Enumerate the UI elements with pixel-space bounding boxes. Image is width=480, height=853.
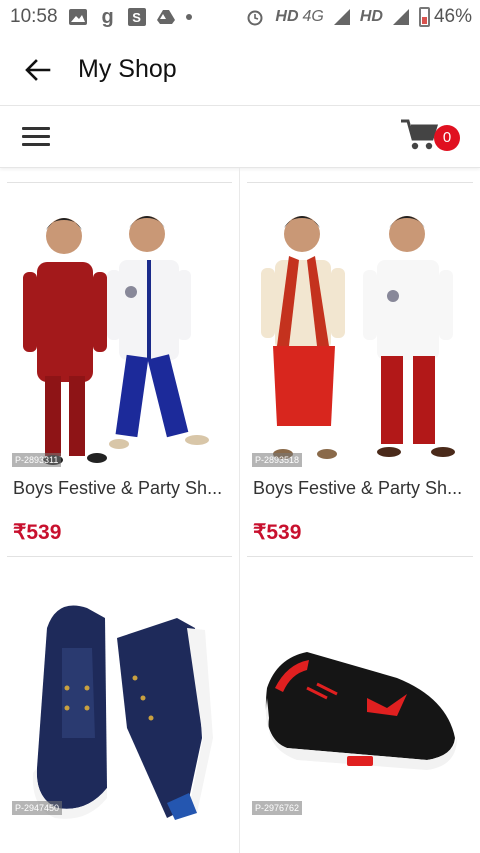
product-name[interactable]: Boys Festive & Party Sh... (13, 478, 231, 499)
status-left: 10:58 g S (10, 6, 192, 28)
divider (247, 556, 473, 557)
notification-dot-icon (185, 14, 192, 20)
arrow-left-icon (25, 58, 51, 81)
product-sku: P-2947450 (12, 801, 63, 815)
product-card[interactable]: P-2893311 Boys Festive & Party Sh... ₹53… (0, 168, 240, 558)
menu-button[interactable] (22, 123, 50, 151)
product-sku: P-2976762 (252, 801, 303, 815)
google-icon: g (101, 5, 114, 28)
product-card[interactable]: P-2947450 (0, 558, 240, 853)
drive-icon (156, 7, 176, 27)
network-hd-label-2: HD (359, 8, 383, 25)
product-card[interactable]: P-2893518 Boys Festive & Party Sh... ₹53… (240, 168, 480, 558)
status-right: HD 4G HD 46% (245, 6, 472, 28)
product-sku: P-2893518 (252, 453, 303, 467)
product-sku: P-2893311 (12, 453, 62, 467)
product-card[interactable]: P-2976762 (240, 558, 480, 853)
toolbar: 0 (0, 106, 480, 168)
signal-icon (333, 9, 350, 25)
divider (7, 182, 232, 183)
app-header: My Shop (0, 34, 480, 106)
menu-icon-line (22, 135, 50, 138)
back-button[interactable] (18, 50, 58, 90)
product-image[interactable] (247, 196, 473, 476)
divider (7, 556, 232, 557)
menu-icon-line (22, 143, 50, 146)
network-hd-label: HD (275, 8, 299, 25)
alarm-icon (245, 7, 265, 27)
product-grid: P-2893311 Boys Festive & Party Sh... ₹53… (0, 168, 480, 853)
menu-icon (22, 127, 50, 130)
status-time: 10:58 (10, 6, 58, 27)
product-price: ₹539 (13, 521, 62, 544)
network-type-label: 4G (302, 8, 324, 25)
cart-button[interactable]: 0 (400, 117, 460, 157)
status-bar: 10:58 g S HD 4G HD 46% (0, 0, 480, 34)
photo-icon (68, 7, 88, 27)
product-price: ₹539 (253, 521, 302, 544)
page-title: My Shop (78, 55, 177, 83)
product-name[interactable]: Boys Festive & Party Sh... (253, 478, 472, 499)
product-image[interactable] (247, 588, 473, 828)
cart-count-badge: 0 (434, 124, 460, 151)
divider (247, 182, 473, 183)
battery-icon (418, 7, 430, 27)
product-image[interactable] (7, 196, 232, 476)
signal-icon-2 (392, 9, 409, 25)
battery-level: 46% (433, 6, 472, 27)
product-image[interactable] (7, 588, 232, 828)
app-icon: S (127, 8, 146, 26)
